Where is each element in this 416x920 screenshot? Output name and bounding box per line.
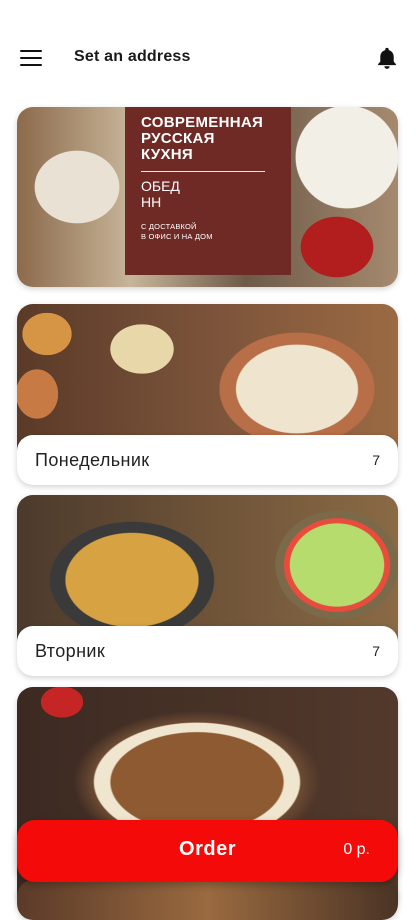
set-address-button[interactable]: Set an address [74, 48, 191, 66]
bell-icon[interactable] [374, 44, 400, 72]
order-label: Order [179, 838, 236, 860]
hamburger-menu-icon-line [20, 57, 42, 60]
banner-text-panel: СОВРЕМЕННАЯ РУССКАЯ КУХНЯ ОБЕД НН С ДОСТ… [125, 107, 291, 275]
banner-divider [141, 171, 265, 172]
day-card-partial-next[interactable] [17, 880, 398, 920]
menu-button[interactable] [20, 48, 44, 68]
day-name: Понедельник [35, 449, 150, 470]
banner-title: СОВРЕМЕННАЯ РУССКАЯ КУХНЯ [141, 114, 264, 163]
day-dish-count: 7 [372, 643, 380, 659]
day-food-image [17, 880, 398, 920]
day-card-tuesday[interactable]: Вторник 7 [17, 495, 398, 676]
day-bar[interactable]: Понедельник 7 [17, 435, 398, 485]
banner-note: С ДОСТАВКОЙ В ОФИС И НА ДОМ [141, 222, 213, 241]
day-dish-count: 7 [372, 452, 380, 468]
hamburger-menu-icon-line [20, 64, 42, 67]
promo-banner[interactable]: СОВРЕМЕННАЯ РУССКАЯ КУХНЯ ОБЕД НН С ДОСТ… [17, 107, 398, 287]
day-card-monday[interactable]: Понедельник 7 [17, 304, 398, 485]
day-bar[interactable]: Вторник 7 [17, 626, 398, 676]
day-food-image [17, 495, 398, 645]
day-name: Вторник [35, 640, 106, 661]
order-price: 0 р. [343, 841, 370, 858]
app-header: Set an address [0, 0, 416, 100]
banner-subtitle: ОБЕД НН [141, 178, 180, 210]
hamburger-menu-icon [20, 50, 42, 53]
day-food-image [17, 304, 398, 454]
order-button[interactable]: Order 0 р. [17, 820, 398, 882]
